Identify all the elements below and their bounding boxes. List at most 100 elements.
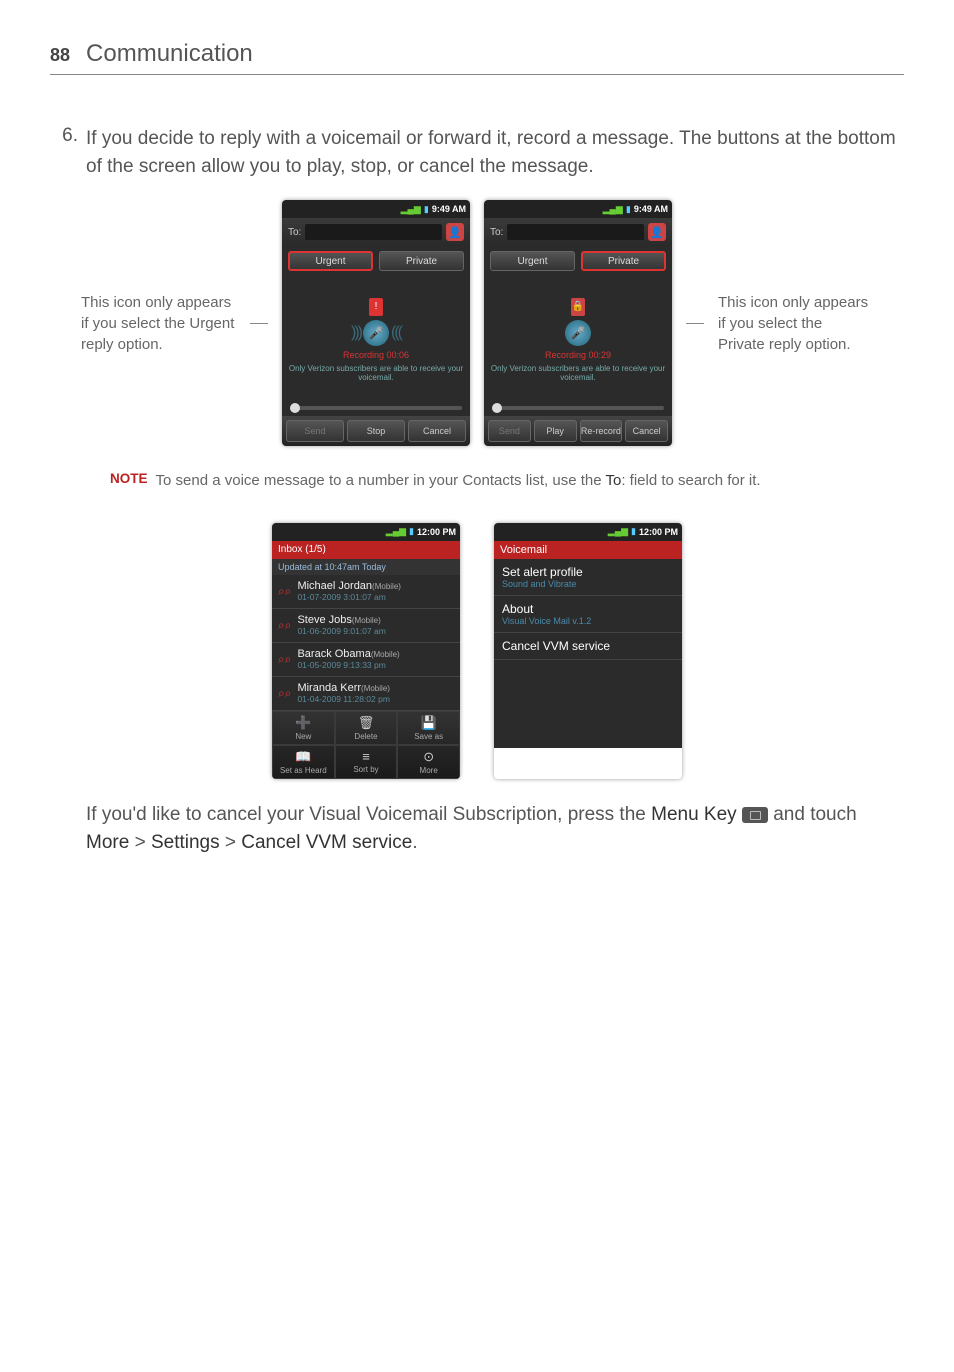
grid-button-delete[interactable]: 🗑Delete: [335, 711, 398, 745]
private-button[interactable]: Private: [379, 251, 464, 271]
closing-b: and touch: [768, 804, 857, 825]
recording-timer: Recording 00:29: [545, 350, 611, 360]
urgent-button[interactable]: Urgent: [288, 251, 373, 271]
urgent-button[interactable]: Urgent: [490, 251, 575, 271]
step-6: 6. If you decide to reply with a voicema…: [50, 125, 904, 180]
chapter-title: Communication: [86, 40, 253, 68]
grid-button-sort-by[interactable]: ≡Sort by: [335, 745, 398, 779]
inbox-item[interactable]: ⌕⌕Barack Obama(Mobile)01-05-2009 9:13:33…: [272, 643, 460, 677]
status-bar: ▂▄▆ ▮ 12:00 PM: [494, 523, 682, 541]
urgent-flag-icon: !: [369, 298, 383, 316]
inbox-header: Inbox (1/5): [272, 541, 460, 559]
grid-button-set-as-heard[interactable]: 📖Set as Heard: [272, 745, 335, 779]
signal-icon: ▂▄▆: [608, 526, 628, 537]
signal-icon: ▂▄▆: [386, 526, 406, 537]
microphone-icon[interactable]: 🎤: [363, 320, 389, 346]
send-button[interactable]: Send: [488, 420, 531, 442]
note-to-field: To: [605, 472, 621, 489]
step-number: 6.: [52, 125, 78, 180]
to-input[interactable]: [507, 224, 644, 240]
settings-item[interactable]: AboutVisual Voice Mail v.1.2: [494, 596, 682, 633]
inbox-grid-buttons: ➕New🗑Delete💾Save as 📖Set as Heard≡Sort by…: [272, 711, 460, 779]
status-time: 9:49 AM: [634, 204, 668, 214]
grid-icon: ≡: [362, 749, 370, 764]
phone-screenshot-inbox: ▂▄▆ ▮ 12:00 PM Inbox (1/5) Updated at 10…: [272, 523, 460, 779]
inbox-item[interactable]: ⌕⌕Miranda Kerr(Mobile)01-04-2009 11:28:0…: [272, 677, 460, 711]
cancel-button[interactable]: Cancel: [625, 420, 668, 442]
button-row: Send Play Re-record Cancel: [484, 416, 672, 446]
closing-cancel: Cancel VVM service: [241, 832, 412, 853]
rerecord-button[interactable]: Re-record: [580, 420, 623, 442]
status-time: 9:49 AM: [432, 204, 466, 214]
page-header: 88 Communication: [50, 40, 904, 75]
subscriber-note: Only Verizon subscribers are able to rec…: [490, 364, 666, 383]
settings-header: Voicemail: [494, 541, 682, 559]
settings-list: Set alert profileSound and VibrateAboutV…: [494, 559, 682, 660]
stop-button[interactable]: Stop: [347, 420, 405, 442]
note-text-b: : field to search for it.: [621, 472, 760, 489]
contact-picker-icon[interactable]: 👤: [648, 223, 666, 241]
note-text: To send a voice message to a number in y…: [156, 470, 761, 493]
to-input[interactable]: [305, 224, 442, 240]
voicemail-icon: ⌕⌕: [278, 652, 291, 667]
grid-icon: 💾: [421, 715, 437, 731]
step-text: If you decide to reply with a voicemail …: [86, 125, 904, 180]
closing-end: .: [412, 832, 417, 853]
inbox-item[interactable]: ⌕⌕Michael Jordan(Mobile)01-07-2009 3:01:…: [272, 575, 460, 609]
grid-button-more[interactable]: ⊙More: [397, 745, 460, 779]
phone-screenshot-urgent: ▂▄▆ ▮ 9:49 AM To: 👤 Urgent Private ! )))…: [282, 200, 470, 446]
closing-a: If you'd like to cancel your Visual Voic…: [86, 804, 651, 825]
closing-more: More: [86, 832, 129, 853]
microphone-icon[interactable]: 🎤: [565, 320, 591, 346]
phone-screenshot-private: ▂▄▆ ▮ 9:49 AM To: 👤 Urgent Private 🔒 🎤 R…: [484, 200, 672, 446]
settings-item[interactable]: Set alert profileSound and Vibrate: [494, 559, 682, 596]
note-label: NOTE: [110, 471, 148, 493]
settings-fill: [494, 660, 682, 748]
callout-connector-left: [250, 323, 268, 324]
private-button[interactable]: Private: [581, 251, 666, 271]
grid-icon: 🗑: [358, 715, 375, 731]
closing-menu-key: Menu Key: [651, 804, 737, 825]
to-label: To:: [490, 227, 503, 238]
mic-rings-left: ))): [351, 324, 361, 342]
subscriber-note: Only Verizon subscribers are able to rec…: [288, 364, 464, 383]
recording-timer: Recording 00:06: [343, 350, 409, 360]
menu-key-icon: [742, 807, 768, 823]
page-number: 88: [50, 45, 70, 66]
grid-button-new[interactable]: ➕New: [272, 711, 335, 745]
play-button[interactable]: Play: [534, 420, 577, 442]
button-row: Send Stop Cancel: [282, 416, 470, 446]
grid-icon: ⊙: [423, 749, 434, 765]
voicemail-icon: ⌕⌕: [278, 584, 291, 599]
voicemail-icon: ⌕⌕: [278, 618, 291, 633]
status-time: 12:00 PM: [417, 527, 456, 537]
callout-private: This icon only appears if you select the…: [718, 292, 873, 355]
progress-slider[interactable]: [484, 404, 672, 416]
settings-item[interactable]: Cancel VVM service: [494, 633, 682, 660]
signal-icon: ▂▄▆: [401, 204, 421, 215]
phone-screenshot-settings: ▂▄▆ ▮ 12:00 PM Voicemail Set alert profi…: [494, 523, 682, 779]
battery-icon: ▮: [631, 526, 636, 537]
grid-icon: 📖: [295, 749, 311, 765]
inbox-list: ⌕⌕Michael Jordan(Mobile)01-07-2009 3:01:…: [272, 575, 460, 711]
progress-slider[interactable]: [282, 404, 470, 416]
note: NOTE To send a voice message to a number…: [110, 470, 904, 493]
battery-icon: ▮: [409, 526, 414, 537]
mic-rings-right: (((: [391, 324, 401, 342]
note-text-a: To send a voice message to a number in y…: [156, 472, 606, 489]
closing-paragraph: If you'd like to cancel your Visual Voic…: [86, 801, 904, 858]
recording-area: 🔒 🎤 Recording 00:29 Only Verizon subscri…: [484, 276, 672, 404]
inbox-item[interactable]: ⌕⌕Steve Jobs(Mobile)01-06-2009 9:01:07 a…: [272, 609, 460, 643]
send-button[interactable]: Send: [286, 420, 344, 442]
figure-reply-screens: This icon only appears if you select the…: [50, 200, 904, 446]
closing-gt1: >: [129, 832, 151, 853]
grid-icon: ➕: [295, 715, 311, 731]
option-row: Urgent Private: [484, 246, 672, 276]
grid-button-save-as[interactable]: 💾Save as: [397, 711, 460, 745]
callout-connector-right: [686, 323, 704, 324]
status-bar: ▂▄▆ ▮ 12:00 PM: [272, 523, 460, 541]
option-row: Urgent Private: [282, 246, 470, 276]
cancel-button[interactable]: Cancel: [408, 420, 466, 442]
contact-picker-icon[interactable]: 👤: [446, 223, 464, 241]
recording-area: ! ))) 🎤 ((( Recording 00:06 Only Verizon…: [282, 276, 470, 404]
